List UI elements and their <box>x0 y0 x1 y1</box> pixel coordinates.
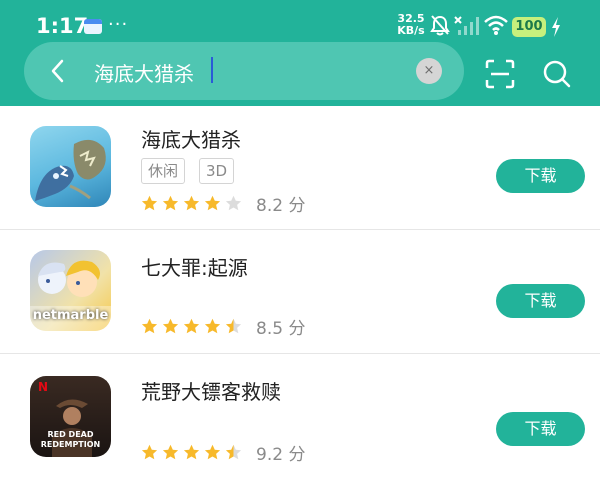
rating-stars <box>141 442 246 461</box>
app-name[interactable]: 海底大猎杀 <box>141 124 241 153</box>
anime-characters-icon[interactable]: netmarble <box>30 250 111 331</box>
red-dead-title-text: RED DEAD REDEMPTION <box>30 430 111 450</box>
star-icon <box>141 318 158 334</box>
star-icon <box>225 444 242 460</box>
star-icon <box>204 195 221 211</box>
star-icon <box>204 318 221 334</box>
star-icon <box>183 444 200 460</box>
star-icon <box>225 318 242 334</box>
rating-stars <box>141 193 246 212</box>
network-speed-unit: KB/s <box>397 24 425 37</box>
icon-title-bottom: REDEMPTION <box>40 440 101 449</box>
netflix-badge-icon: N <box>38 380 49 394</box>
rating: 8.5 分 <box>141 314 306 339</box>
download-button[interactable]: 下载 <box>496 284 585 318</box>
list-item[interactable]: netmarble 七大罪:起源 8.5 分 下载 <box>0 230 600 354</box>
sea-monster-game-icon[interactable] <box>30 126 111 207</box>
rating-score: 8.2 分 <box>256 196 306 216</box>
star-icon <box>204 444 221 460</box>
icon-title-top: RED DEAD <box>47 430 94 439</box>
app-name[interactable]: 七大罪:起源 <box>141 252 248 281</box>
no-signal-icon <box>454 16 479 35</box>
rating-stars <box>141 316 246 335</box>
back-arrow-icon[interactable] <box>44 56 74 86</box>
wifi-icon <box>484 15 508 35</box>
rating: 8.2 分 <box>141 191 306 216</box>
top-header: 1:17 ··· 32.5 KB/s 100 海底大猎杀 × <box>0 0 600 106</box>
list-item[interactable]: 海底大猎杀 休闲 3D 8.2 分 下载 <box>0 106 600 230</box>
battery-icon: 100 <box>512 17 546 37</box>
rating: 9.2 分 <box>141 440 306 465</box>
download-button[interactable]: 下载 <box>496 159 585 193</box>
cowboy-game-icon[interactable]: N RED DEAD REDEMPTION <box>30 376 111 457</box>
search-bar[interactable]: 海底大猎杀 × <box>24 42 464 100</box>
star-icon <box>162 444 179 460</box>
text-cursor <box>211 57 213 83</box>
star-icon <box>162 318 179 334</box>
app-name[interactable]: 荒野大镖客救赎 <box>141 376 281 405</box>
rating-score: 8.5 分 <box>256 319 306 339</box>
star-icon <box>183 195 200 211</box>
tag: 3D <box>199 158 235 184</box>
clear-search-button[interactable]: × <box>416 58 442 84</box>
tag: 休闲 <box>141 158 186 184</box>
star-icon <box>162 195 179 211</box>
star-icon <box>141 444 158 460</box>
search-icon[interactable] <box>542 58 572 90</box>
list-item[interactable]: N RED DEAD REDEMPTION 荒野大镖客救赎 9.2 分 下载 <box>0 354 600 480</box>
netmarble-logo-text: netmarble <box>32 308 109 323</box>
star-icon <box>141 195 158 211</box>
search-input[interactable]: 海底大猎杀 <box>94 58 194 87</box>
app-tags: 休闲 3D <box>141 158 248 184</box>
mute-bell-icon <box>430 15 450 36</box>
status-time: 1:17 <box>36 14 89 38</box>
status-bar: 1:17 ··· 32.5 KB/s 100 <box>0 0 600 40</box>
star-icon <box>183 318 200 334</box>
star-icon <box>225 195 242 211</box>
download-button[interactable]: 下载 <box>496 412 585 446</box>
charging-icon <box>552 17 560 37</box>
notification-app-icon <box>84 19 102 34</box>
network-speed: 32.5 KB/s <box>394 13 428 37</box>
scan-icon[interactable] <box>484 58 516 90</box>
more-notifications-icon: ··· <box>108 14 129 35</box>
rating-score: 9.2 分 <box>256 445 306 465</box>
